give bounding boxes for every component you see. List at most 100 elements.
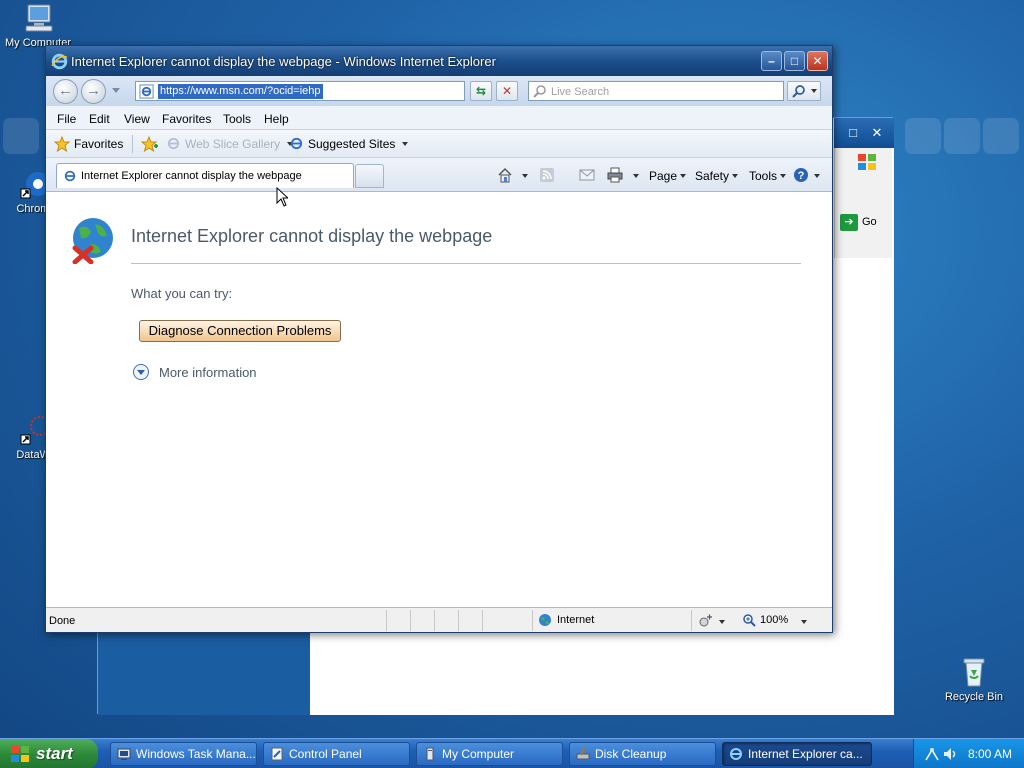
ie-titlebar[interactable]: Internet Explorer cannot display the web… [46, 46, 832, 76]
tab-current[interactable]: Internet Explorer cannot display the web… [56, 163, 354, 188]
menu-favorites-label: Favorites [162, 112, 212, 126]
more-information-link[interactable]: More information [133, 364, 257, 380]
favorites-button[interactable]: Favorites [54, 136, 123, 152]
recycle-bin-icon [963, 658, 985, 687]
globe-icon [539, 614, 551, 626]
taskbar-item-control-panel[interactable]: Control Panel [263, 742, 410, 766]
zone-label: Internet [557, 614, 595, 626]
maximize-button[interactable]: □ [784, 51, 805, 71]
safety-menu-label: Safety [695, 169, 730, 183]
stop-button[interactable]: ✕ [496, 81, 518, 101]
ie-logo-icon [51, 53, 68, 70]
status-separator [532, 610, 533, 631]
desktop-decoration [944, 118, 980, 154]
help-dropdown-icon[interactable] [814, 174, 820, 178]
menu-file-label: File [57, 112, 77, 126]
svg-text:?: ? [798, 170, 805, 182]
taskbar-item-task-manager[interactable]: Windows Task Mana... [110, 742, 257, 766]
zoom-control[interactable]: 100% [742, 613, 788, 627]
zoom-dropdown-icon[interactable] [801, 620, 807, 624]
close-button[interactable]: ✕ [807, 51, 828, 71]
web-slice-label: Web Slice Gallery [185, 136, 281, 151]
zoom-icon [743, 614, 756, 627]
desktop-icon-my-computer[interactable]: My Computer [0, 2, 76, 49]
expand-chevron-icon [133, 364, 149, 380]
close-button[interactable]: ✕ [867, 124, 887, 142]
window-title: Internet Explorer cannot display the web… [71, 54, 496, 69]
new-tab-button[interactable] [355, 164, 384, 188]
menu-help-label: Help [264, 112, 289, 126]
desktop-decoration [905, 118, 941, 154]
speaker-icon[interactable] [942, 746, 958, 762]
search-box[interactable] [528, 81, 784, 101]
magnifier-icon [792, 85, 805, 98]
status-separator [691, 610, 692, 631]
menu-edit[interactable]: Edit [89, 112, 110, 126]
rss-feed-icon[interactable] [539, 167, 555, 183]
task-manager-icon [117, 748, 131, 760]
clock: 8:00 AM [968, 747, 1013, 761]
menu-view[interactable]: View [124, 112, 150, 126]
back-button[interactable]: ← [53, 79, 78, 104]
more-information-label: More information [159, 364, 257, 380]
favorites-bar: Favorites Web Slice Gallery Suggested Si… [46, 130, 832, 158]
home-dropdown-icon[interactable] [522, 174, 528, 178]
taskbar: start Windows Task Mana... Control Panel… [0, 738, 1024, 768]
menu-help[interactable]: Help [264, 112, 289, 126]
page-menu[interactable]: Page [649, 169, 687, 183]
address-text[interactable]: https://www.msn.com/?ocid=iehp [158, 84, 323, 99]
menu-favorites[interactable]: Favorites [162, 112, 211, 126]
status-bar: Done Internet 100% [46, 607, 832, 632]
recent-pages-dropdown-icon[interactable] [112, 88, 120, 93]
windows-flag-icon [11, 746, 29, 762]
minimize-button[interactable]: – [761, 51, 782, 71]
globe-error-icon [72, 218, 113, 264]
help-icon[interactable]: ? [793, 167, 809, 183]
search-button[interactable] [787, 81, 821, 101]
star-icon [54, 136, 70, 152]
taskbar-item-internet-explorer[interactable]: Internet Explorer ca... [722, 742, 872, 766]
print-dropdown-icon[interactable] [633, 174, 639, 178]
diagnose-connection-button[interactable]: Diagnose Connection Problems [139, 320, 341, 342]
computer-icon [25, 4, 53, 32]
taskbar-item-my-computer[interactable]: My Computer [416, 742, 563, 766]
security-zone[interactable]: Internet [538, 613, 594, 627]
taskbar-item-disk-cleanup[interactable]: Disk Cleanup [569, 742, 716, 766]
suggested-sites[interactable]: Suggested Sites [289, 136, 409, 151]
maximize-button[interactable]: □ [843, 124, 863, 142]
add-to-favorites-bar-button[interactable] [141, 136, 159, 152]
protected-mode-dropdown-icon[interactable] [719, 620, 725, 624]
status-text: Done [49, 615, 76, 627]
menu-file[interactable]: File [57, 112, 76, 126]
status-separator [410, 610, 411, 631]
address-bar[interactable]: https://www.msn.com/?ocid=iehp [135, 81, 554, 101]
status-separator [386, 610, 387, 631]
menu-tools[interactable]: Tools [223, 112, 251, 126]
tools-menu[interactable]: Tools [749, 169, 787, 183]
chevron-down-icon [811, 89, 817, 93]
mail-icon[interactable] [579, 167, 595, 183]
desktop-icon-recycle-bin[interactable]: Recycle Bin [936, 656, 1012, 703]
safety-menu[interactable]: Safety [695, 169, 739, 183]
status-separator [458, 610, 459, 631]
ie-page-icon [167, 137, 180, 150]
menu-view-label: View [124, 112, 150, 126]
refresh-button[interactable]: ⇆ [470, 81, 492, 101]
search-input[interactable] [551, 84, 777, 99]
taskbar-item-label: Control Panel [289, 747, 362, 761]
network-icon[interactable] [924, 746, 940, 762]
ie-window: Internet Explorer cannot display the web… [45, 45, 833, 633]
start-button[interactable]: start [0, 739, 98, 768]
go-button[interactable]: ➔ Go [840, 213, 880, 231]
forward-button[interactable]: → [81, 79, 106, 104]
search-icon [533, 85, 546, 98]
page-content: Internet Explorer cannot display the web… [46, 192, 832, 607]
tools-menu-label: Tools [749, 169, 778, 183]
ie-logo-icon [730, 748, 742, 760]
home-icon[interactable] [497, 167, 513, 183]
web-slice-gallery[interactable]: Web Slice Gallery [166, 136, 294, 151]
print-icon[interactable] [607, 167, 623, 183]
protected-mode-icon[interactable] [698, 613, 714, 629]
go-label: Go [862, 216, 877, 228]
page-menu-label: Page [649, 169, 678, 183]
